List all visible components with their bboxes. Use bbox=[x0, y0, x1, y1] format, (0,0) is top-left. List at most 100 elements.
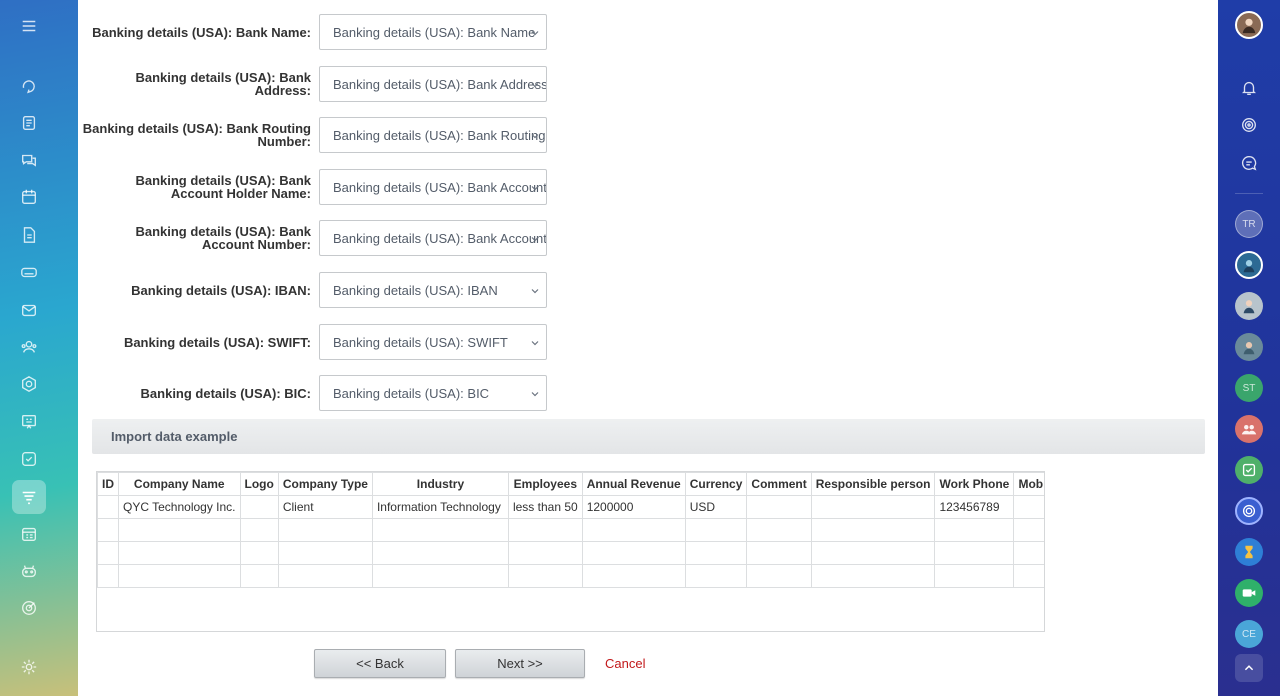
field-label: Banking details (USA): Bank Routing Numb… bbox=[82, 121, 311, 149]
field-select-bank-address[interactable]: Banking details (USA): Bank Address bbox=[319, 66, 547, 102]
tasks-icon[interactable] bbox=[14, 108, 44, 138]
copilot-icon[interactable] bbox=[1235, 111, 1263, 139]
tasks-chat-icon[interactable] bbox=[1235, 456, 1263, 484]
feed-icon[interactable] bbox=[14, 71, 44, 101]
chevron-down-icon bbox=[531, 392, 539, 397]
next-button[interactable]: Next >> bbox=[455, 649, 585, 678]
column-header-id: ID bbox=[97, 472, 119, 496]
column-header-annual-revenue: Annual Revenue bbox=[581, 472, 686, 496]
table-cell bbox=[371, 541, 509, 565]
automation-icon[interactable] bbox=[14, 556, 44, 586]
contacts-icon[interactable] bbox=[14, 332, 44, 362]
chat-avatar-st[interactable]: ST bbox=[1235, 374, 1263, 402]
form-row-bank-account-holder-name: Banking details (USA): Bank Account Hold… bbox=[78, 169, 638, 205]
form-row-bank-routing-number: Banking details (USA): Bank Routing Numb… bbox=[78, 117, 638, 153]
chevron-down-icon bbox=[531, 289, 539, 294]
table-cell bbox=[507, 518, 583, 542]
column-header-industry: Industry bbox=[371, 472, 509, 496]
user-photo-icon bbox=[1243, 300, 1255, 314]
workgroups-icon[interactable] bbox=[14, 369, 44, 399]
calendar-icon[interactable] bbox=[14, 182, 44, 212]
target-icon[interactable] bbox=[14, 593, 44, 623]
select-value: Banking details (USA): Bank Name bbox=[333, 24, 536, 40]
sites-icon[interactable] bbox=[14, 407, 44, 437]
table-cell bbox=[934, 564, 1015, 588]
mail-icon[interactable] bbox=[14, 295, 44, 325]
field-select-bank-name[interactable]: Banking details (USA): Bank Name bbox=[319, 14, 547, 50]
table-cell bbox=[746, 495, 812, 519]
form-row-bank-address: Banking details (USA): Bank Address: Ban… bbox=[78, 66, 638, 102]
column-header-logo: Logo bbox=[239, 472, 279, 496]
field-label: Banking details (USA): Bank Address: bbox=[135, 70, 311, 98]
import-example-table: ID Company Name Logo Company Type Indust… bbox=[97, 472, 1044, 588]
chevron-down-icon bbox=[531, 31, 539, 36]
column-header-mobile: Mob bbox=[1013, 472, 1044, 496]
chat-icon[interactable] bbox=[14, 145, 44, 175]
table-row: QYC Technology Inc. Client Information T… bbox=[97, 495, 1044, 519]
column-header-responsible-person: Responsible person bbox=[810, 472, 936, 496]
column-header-comment: Comment bbox=[746, 472, 812, 496]
menu-icon[interactable] bbox=[14, 11, 44, 41]
scroll-up-button[interactable] bbox=[1235, 654, 1263, 682]
chat-avatar[interactable] bbox=[1235, 333, 1263, 361]
field-select-bank-routing-number[interactable]: Banking details (USA): Bank Routing Numb… bbox=[319, 117, 547, 153]
chat-avatar-ce[interactable]: CE bbox=[1235, 620, 1263, 648]
crm-icon[interactable] bbox=[12, 480, 46, 514]
select-value: Banking details (USA): Bank Account Numb… bbox=[333, 230, 547, 246]
table-cell bbox=[1013, 518, 1044, 542]
table-cell bbox=[810, 564, 936, 588]
avatar-initials: CE bbox=[1242, 628, 1256, 640]
field-select-iban[interactable]: Banking details (USA): IBAN bbox=[319, 272, 547, 308]
tasks-check-icon[interactable] bbox=[14, 444, 44, 474]
notifications-icon[interactable] bbox=[1235, 74, 1263, 102]
form-row-swift: Banking details (USA): SWIFT: Banking de… bbox=[78, 324, 638, 360]
table-cell bbox=[239, 518, 279, 542]
table-cell bbox=[118, 564, 241, 588]
copilot-chat-icon[interactable] bbox=[1235, 497, 1263, 525]
select-value: Banking details (USA): Bank Routing Numb… bbox=[333, 127, 546, 143]
sidebar-divider bbox=[1235, 193, 1263, 194]
settings-icon[interactable] bbox=[14, 652, 44, 682]
table-cell bbox=[810, 495, 936, 519]
video-call-icon[interactable] bbox=[1235, 579, 1263, 607]
import-example-header: Import data example bbox=[92, 419, 1205, 454]
chevron-down-icon bbox=[531, 341, 539, 346]
back-button[interactable]: << Back bbox=[314, 649, 446, 678]
left-sidebar bbox=[0, 0, 78, 696]
field-select-swift[interactable]: Banking details (USA): SWIFT bbox=[319, 324, 547, 360]
table-cell bbox=[239, 564, 279, 588]
documents-icon[interactable] bbox=[14, 220, 44, 250]
column-header-employees: Employees bbox=[507, 472, 583, 496]
field-label: Banking details (USA): SWIFT: bbox=[123, 335, 311, 350]
drive-icon[interactable] bbox=[14, 257, 44, 287]
chat-avatar[interactable] bbox=[1235, 292, 1263, 320]
table-row bbox=[97, 518, 1044, 542]
table-cell bbox=[684, 564, 748, 588]
field-select-bank-account-holder-name[interactable]: Banking details (USA): Bank Account Hold… bbox=[319, 169, 547, 205]
chat-avatar-tr[interactable]: TR bbox=[1235, 210, 1263, 238]
user-photo-icon bbox=[1243, 342, 1255, 355]
messenger-icon[interactable] bbox=[1235, 149, 1263, 177]
schedule-icon[interactable] bbox=[14, 519, 44, 549]
column-header-company-type: Company Type bbox=[277, 472, 373, 496]
field-select-bank-account-number[interactable]: Banking details (USA): Bank Account Numb… bbox=[319, 220, 547, 256]
table-cell: 123456789 bbox=[934, 495, 1015, 519]
table-cell bbox=[507, 564, 583, 588]
table-cell bbox=[746, 518, 812, 542]
group-chat-icon[interactable] bbox=[1235, 415, 1263, 443]
table-cell bbox=[684, 518, 748, 542]
table-cell bbox=[97, 564, 119, 588]
table-cell bbox=[97, 541, 119, 565]
cancel-link[interactable]: Cancel bbox=[605, 656, 645, 671]
field-select-bic[interactable]: Banking details (USA): BIC bbox=[319, 375, 547, 411]
form-row-bank-account-number: Banking details (USA): Bank Account Numb… bbox=[78, 220, 638, 256]
form-row-iban: Banking details (USA): IBAN: Banking det… bbox=[78, 272, 638, 308]
user-avatar[interactable] bbox=[1235, 11, 1263, 39]
chevron-down-icon bbox=[531, 83, 539, 88]
column-header-work-phone: Work Phone bbox=[934, 472, 1015, 496]
table-cell bbox=[97, 495, 119, 519]
hourglass-icon[interactable] bbox=[1235, 538, 1263, 566]
chat-avatar[interactable] bbox=[1235, 251, 1263, 279]
table-cell bbox=[371, 518, 509, 542]
table-header-row: ID Company Name Logo Company Type Indust… bbox=[97, 472, 1044, 496]
